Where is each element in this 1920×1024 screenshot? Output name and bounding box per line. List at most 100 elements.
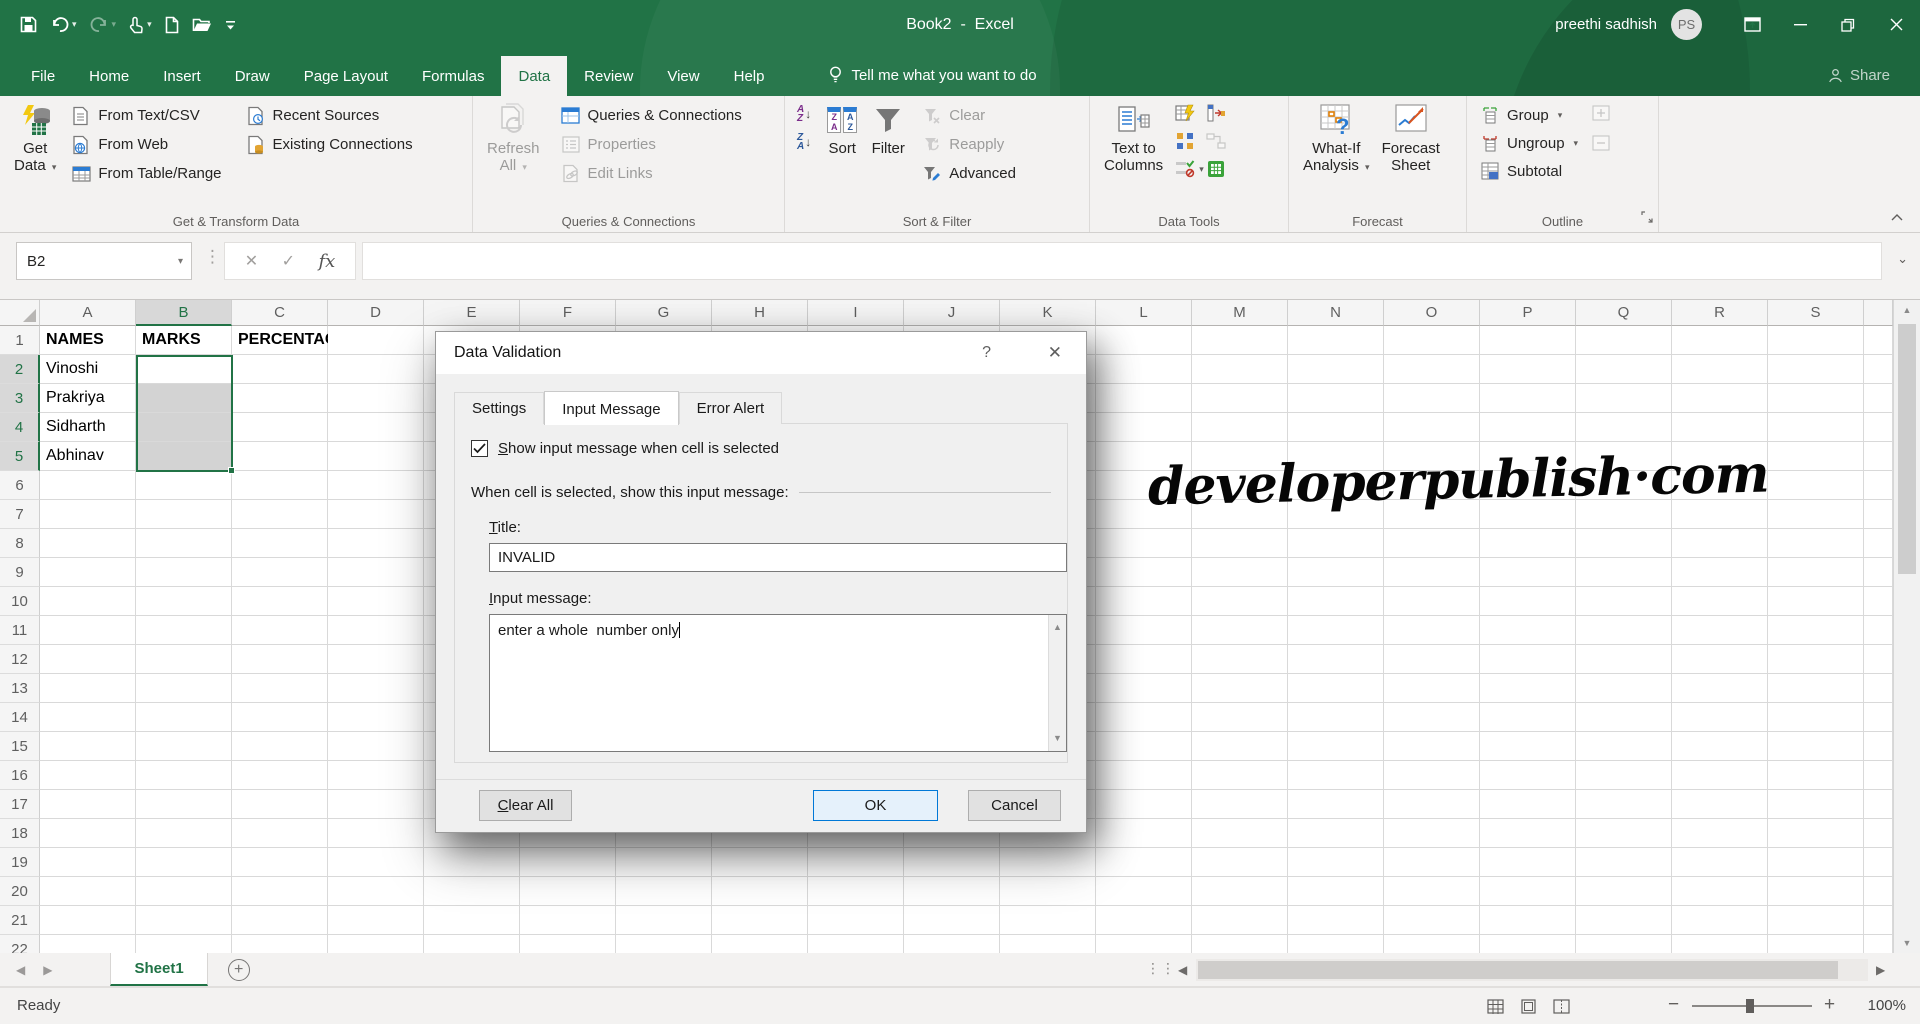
cell-C12[interactable] xyxy=(232,645,328,674)
cell-A2[interactable]: Vinoshi xyxy=(40,355,136,384)
cell-N12[interactable] xyxy=(1288,645,1384,674)
cell-N16[interactable] xyxy=(1288,761,1384,790)
cell-G22[interactable] xyxy=(616,935,712,953)
cell-P14[interactable] xyxy=(1480,703,1576,732)
cell-R3[interactable] xyxy=(1672,384,1768,413)
cell-N21[interactable] xyxy=(1288,906,1384,935)
cell-G20[interactable] xyxy=(616,877,712,906)
row-header-22[interactable]: 22 xyxy=(0,935,40,953)
cell-M11[interactable] xyxy=(1192,616,1288,645)
cell-D10[interactable] xyxy=(328,587,424,616)
cell-S8[interactable] xyxy=(1768,529,1864,558)
column-header-J[interactable]: J xyxy=(904,300,1000,326)
cell-Q15[interactable] xyxy=(1576,732,1672,761)
cell-M14[interactable] xyxy=(1192,703,1288,732)
cell-E21[interactable] xyxy=(424,906,520,935)
redo-button[interactable]: ▾ xyxy=(90,16,116,33)
cell-L3[interactable] xyxy=(1096,384,1192,413)
row-header-11[interactable]: 11 xyxy=(0,616,40,645)
queries-connections-button[interactable]: Queries & Connections xyxy=(556,101,747,130)
cell-G21[interactable] xyxy=(616,906,712,935)
cell-R10[interactable] xyxy=(1672,587,1768,616)
row-header-2[interactable]: 2 xyxy=(0,355,40,384)
cell-Q14[interactable] xyxy=(1576,703,1672,732)
cell-N10[interactable] xyxy=(1288,587,1384,616)
cell-M8[interactable] xyxy=(1192,529,1288,558)
input-message-textarea[interactable]: enter a whole number only ▲ ▼ xyxy=(489,614,1067,752)
column-header-D[interactable]: D xyxy=(328,300,424,326)
cell-L20[interactable] xyxy=(1096,877,1192,906)
cell-C1[interactable]: PERCENTAGE xyxy=(232,326,348,355)
cell-I20[interactable] xyxy=(808,877,904,906)
undo-button[interactable]: ▾ xyxy=(50,16,77,33)
cell-M22[interactable] xyxy=(1192,935,1288,953)
cell-P1[interactable] xyxy=(1480,326,1576,355)
cell-C20[interactable] xyxy=(232,877,328,906)
save-button[interactable] xyxy=(20,16,37,33)
subtotal-button[interactable]: Subtotal xyxy=(1475,157,1583,185)
cell-B19[interactable] xyxy=(136,848,232,877)
cell-C21[interactable] xyxy=(232,906,328,935)
row-header-13[interactable]: 13 xyxy=(0,674,40,703)
cell-partial-5[interactable] xyxy=(1864,442,1893,471)
column-header-partial[interactable] xyxy=(1864,300,1893,326)
cell-R22[interactable] xyxy=(1672,935,1768,953)
new-sheet-button[interactable]: + xyxy=(227,958,250,981)
cell-K19[interactable] xyxy=(1000,848,1096,877)
cell-O9[interactable] xyxy=(1384,558,1480,587)
advanced-filter-button[interactable]: Advanced xyxy=(917,159,1021,188)
cell-O18[interactable] xyxy=(1384,819,1480,848)
cell-partial-7[interactable] xyxy=(1864,500,1893,529)
cell-F22[interactable] xyxy=(520,935,616,953)
cell-A4[interactable]: Sidharth xyxy=(40,413,136,442)
cell-O21[interactable] xyxy=(1384,906,1480,935)
cell-N20[interactable] xyxy=(1288,877,1384,906)
cell-R9[interactable] xyxy=(1672,558,1768,587)
cell-R1[interactable] xyxy=(1672,326,1768,355)
sort-button[interactable]: ZAAZ Sort xyxy=(819,101,865,159)
sheet-tab-sheet1[interactable]: Sheet1 xyxy=(110,953,208,986)
cell-H20[interactable] xyxy=(712,877,808,906)
cell-J21[interactable] xyxy=(904,906,1000,935)
cell-L8[interactable] xyxy=(1096,529,1192,558)
what-if-analysis-button[interactable]: ? What-If Analysis ▾ xyxy=(1297,101,1376,178)
reapply-filter-button[interactable]: Reapply xyxy=(917,130,1021,159)
undo-dropdown-icon[interactable]: ▾ xyxy=(72,19,77,30)
row-header-5[interactable]: 5 xyxy=(0,442,40,471)
cell-D4[interactable] xyxy=(328,413,424,442)
cell-L18[interactable] xyxy=(1096,819,1192,848)
help-icon[interactable]: ? xyxy=(982,344,991,362)
column-header-N[interactable]: N xyxy=(1288,300,1384,326)
cell-partial-16[interactable] xyxy=(1864,761,1893,790)
cell-partial-13[interactable] xyxy=(1864,674,1893,703)
cell-R15[interactable] xyxy=(1672,732,1768,761)
cell-L16[interactable] xyxy=(1096,761,1192,790)
title-input[interactable]: INVALID xyxy=(489,543,1067,572)
cell-A5[interactable]: Abhinav xyxy=(40,442,136,471)
cell-L10[interactable] xyxy=(1096,587,1192,616)
cell-M1[interactable] xyxy=(1192,326,1288,355)
vertical-scroll-thumb[interactable] xyxy=(1898,324,1916,574)
touch-mode-dropdown-icon[interactable]: ▾ xyxy=(147,19,152,30)
cell-partial-15[interactable] xyxy=(1864,732,1893,761)
cell-C11[interactable] xyxy=(232,616,328,645)
cell-N9[interactable] xyxy=(1288,558,1384,587)
from-table-range-button[interactable]: From Table/Range xyxy=(66,159,226,188)
cell-O17[interactable] xyxy=(1384,790,1480,819)
view-normal-icon[interactable] xyxy=(1487,998,1504,1014)
cell-A13[interactable] xyxy=(40,674,136,703)
cell-S6[interactable] xyxy=(1768,471,1864,500)
column-header-E[interactable]: E xyxy=(424,300,520,326)
properties-button[interactable]: Properties xyxy=(556,130,747,159)
cell-N8[interactable] xyxy=(1288,529,1384,558)
cell-D7[interactable] xyxy=(328,500,424,529)
column-header-F[interactable]: F xyxy=(520,300,616,326)
cell-K21[interactable] xyxy=(1000,906,1096,935)
row-header-3[interactable]: 3 xyxy=(0,384,40,413)
cell-J20[interactable] xyxy=(904,877,1000,906)
cell-A9[interactable] xyxy=(40,558,136,587)
flash-fill-button[interactable] xyxy=(1175,103,1204,123)
cell-D19[interactable] xyxy=(328,848,424,877)
ribbon-tab-file[interactable]: File xyxy=(14,56,72,96)
row-header-21[interactable]: 21 xyxy=(0,906,40,935)
